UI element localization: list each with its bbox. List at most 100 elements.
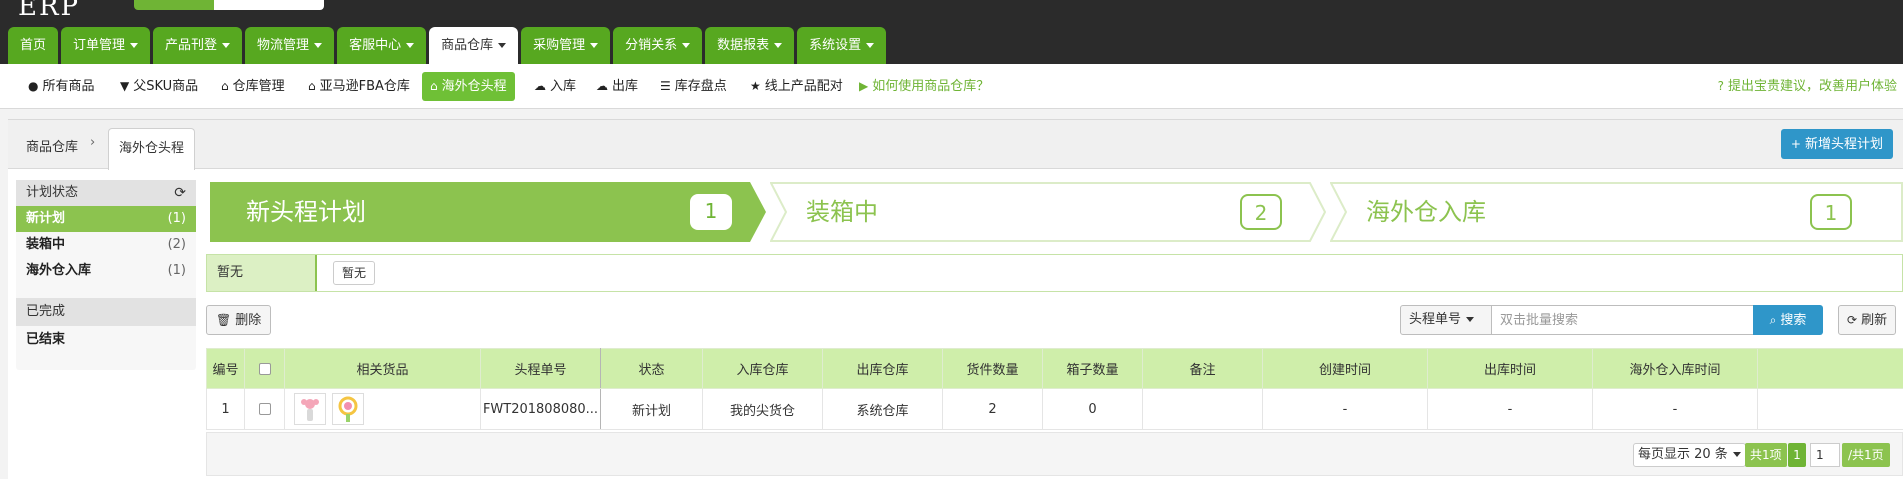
filter-icon: ▼ [120,79,130,93]
nav-tab-logistics[interactable]: 物流管理 [245,27,335,64]
breadcrumb-current-tab[interactable]: 海外仓头程 [108,128,196,170]
environment-option-a[interactable] [134,0,214,10]
subnav-outbound[interactable]: ☁ 出库 [588,72,646,101]
chevron-down-icon [1732,452,1741,457]
col-header-id: 编号 [206,348,245,389]
cell-in-time: - [1592,388,1758,430]
product-thumbnail[interactable] [332,393,364,425]
subnav-stocktake[interactable]: ☰ 库存盘点 [652,72,735,101]
col-header-shipments: 货件数量 [942,348,1043,389]
nav-tab-reports[interactable]: 数据报表 [705,27,795,64]
refresh-icon[interactable]: ⟳ [174,180,186,206]
nav-tab-service[interactable]: 客服中心 [337,27,427,64]
add-plan-button[interactable]: + 新增头程计划 [1780,129,1893,159]
question-circle-icon: ? [1717,79,1724,93]
col-header-actions [1757,348,1903,389]
cell-select [244,388,285,430]
subnav-warehouse-mgmt[interactable]: ⌂ 仓库管理 [213,72,293,101]
home-icon: ⌂ [308,79,316,93]
cloud-upload-icon: ☁ [534,79,546,93]
subnav-howto-link[interactable]: ▶ 如何使用商品仓库？ [851,72,997,101]
tag-filter-bar: 暂无 暂无 [206,254,1903,292]
cell-goods [284,388,481,430]
step-count: 1 [1810,194,1852,230]
list-icon: ☰ [660,79,671,93]
step-new-plan[interactable]: 新头程计划 1 [210,182,766,242]
sidebar-item-finished[interactable]: 已结束 [16,327,196,353]
total-items: 共1项 [1745,443,1787,467]
current-page-button[interactable]: 1 [1788,443,1806,467]
search-field-select[interactable]: 头程单号 [1400,305,1492,335]
col-header-select [244,348,285,389]
col-header-in-warehouse: 入库仓库 [702,348,823,389]
sidebar-item-new-plan[interactable]: 新计划 (1) [16,206,196,232]
nav-tab-distribution[interactable]: 分销关系 [613,27,703,64]
search-group: 头程单号 ⌕搜索 [1400,305,1832,335]
subnav-inbound[interactable]: ☁ 入库 [526,72,584,101]
cell-actions [1757,388,1903,430]
cell-out-time: - [1427,388,1593,430]
nav-tab-purchase[interactable]: 采购管理 [521,27,611,64]
tag-filter-label: 暂无 [207,255,317,291]
page-size-select[interactable]: 每页显示 20 条 [1633,443,1746,467]
breadcrumb-separator: › [90,135,96,150]
step-packing[interactable]: 装箱中 2 [770,182,1326,242]
cell-status: 新计划 [600,388,703,430]
row-checkbox[interactable] [258,403,271,415]
chevron-down-icon [406,43,415,48]
video-icon: ▶ [859,79,869,93]
chevron-down-icon [590,43,599,48]
subnav-parent-sku[interactable]: ▼ 父SKU商品 [112,72,206,101]
subnav-online-match[interactable]: ★ 线上产品配对 [742,72,851,101]
delete-button[interactable]: 🗑 删除 [206,305,272,335]
chevron-down-icon [774,43,783,48]
search-icon: ⌕ [1769,313,1777,327]
nav-tab-home[interactable]: 首页 [8,27,59,64]
trash-icon: 🗑 [216,313,232,327]
step-label: 新头程计划 [246,198,366,226]
subnav-all-products[interactable]: ● 所有商品 [20,72,103,101]
environment-switch[interactable] [134,0,324,10]
sidebar-item-packing[interactable]: 装箱中 (2) [16,232,196,258]
nav-tab-warehouse[interactable]: 商品仓库 [429,27,519,64]
table-header-row: 编号 相关货品 头程单号 状态 入库仓库 出库仓库 货件数量 箱子数量 备注 创… [206,348,1903,389]
plan-table: 编号 相关货品 头程单号 状态 入库仓库 出库仓库 货件数量 箱子数量 备注 创… [206,348,1903,430]
home-icon: ⌂ [430,79,438,93]
step-overseas-inbound[interactable]: 海外仓入库 1 [1330,182,1903,242]
step-count: 2 [1240,194,1282,230]
nav-tab-listing[interactable]: 产品刊登 [153,27,243,64]
step-label: 装箱中 [806,198,878,226]
plus-icon: + [1790,137,1801,151]
sidebar-item-overseas-inbound[interactable]: 海外仓入库 (1) [16,258,196,284]
refresh-icon: ⟳ [1847,313,1858,327]
nav-tab-settings[interactable]: 系统设置 [797,27,887,64]
cell-in-warehouse: 我的尖货仓 [702,388,823,430]
select-all-checkbox[interactable] [258,362,271,375]
logo[interactable]: ERP [18,0,80,22]
chevron-down-icon [498,43,507,48]
col-header-in-time: 海外仓入库时间 [1592,348,1758,389]
cell-order-no[interactable]: FWT201808080... [480,388,601,430]
subnav-amazon-fba[interactable]: ⌂ 亚马逊FBA仓库 [300,72,418,101]
environment-option-b[interactable] [214,0,324,10]
nav-tab-orders[interactable]: 订单管理 [61,27,151,64]
tag-filter-button[interactable]: 暂无 [333,261,376,285]
total-pages: /共1页 [1842,443,1890,467]
sub-nav: ● 所有商品 ▼ 父SKU商品 ⌂ 仓库管理 ⌂ 亚马逊FBA仓库 ⌂ 海外仓头程 ☁ 入库… [0,64,1903,109]
cell-out-warehouse: 系统仓库 [822,388,943,430]
step-label: 海外仓入库 [1366,198,1486,226]
refresh-button[interactable]: ⟳ 刷新 [1838,305,1897,335]
sidebar-header: 计划状态 ⟳ [16,180,196,206]
table-row[interactable]: 1 FWT201808080... 新计划 我的尖货仓 系统仓库 2 0 - -… [206,388,1903,430]
feedback-link[interactable]: ? 提出宝贵建议，改善用户体验 [1718,72,1897,101]
product-thumbnail[interactable] [294,393,326,425]
search-button[interactable]: ⌕ 搜索 [1753,305,1823,335]
home-icon: ⌂ [221,79,229,93]
chevron-down-icon [682,43,691,48]
breadcrumb: 商品仓库 › 海外仓头程 + 新增头程计划 [8,120,1903,170]
page-number-input[interactable] [1810,443,1840,467]
search-input[interactable] [1491,305,1754,335]
breadcrumb-root[interactable]: 商品仓库 [26,136,78,155]
subnav-overseas-firstleg[interactable]: ⌂ 海外仓头程 [422,72,515,101]
col-header-order-no: 头程单号 [480,348,601,389]
